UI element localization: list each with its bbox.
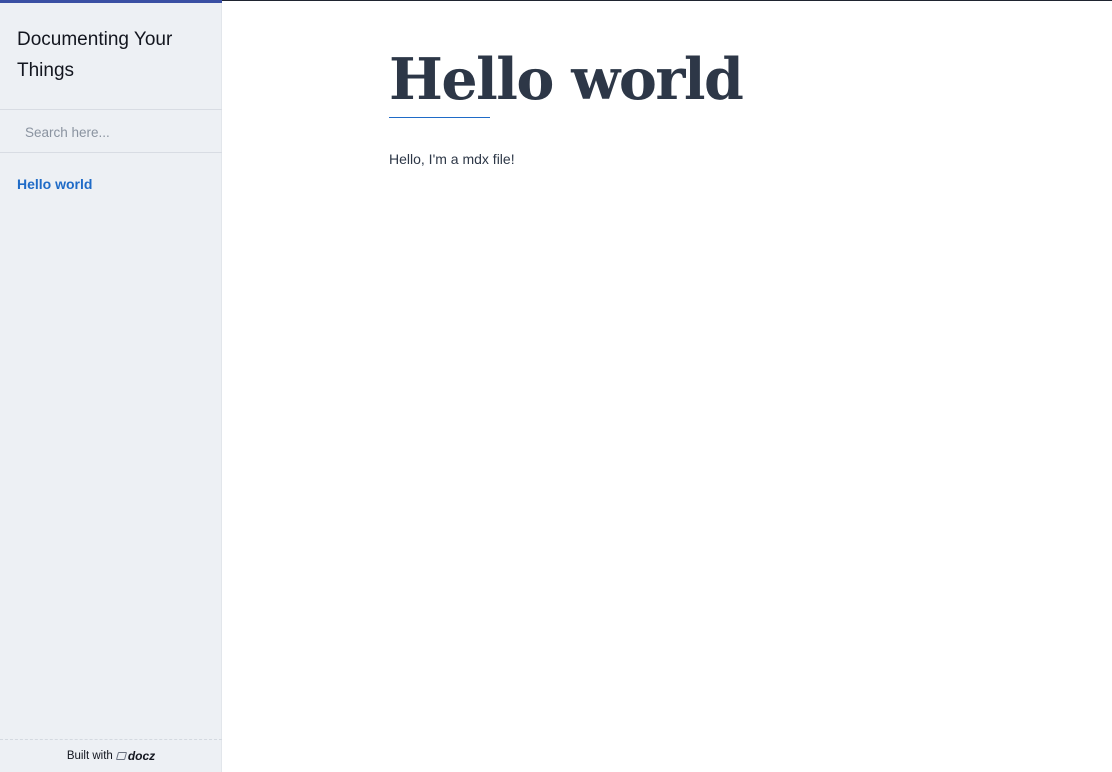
- docz-logo-icon: [115, 752, 127, 760]
- page-body-text: Hello, I'm a mdx file!: [389, 151, 515, 167]
- docz-logo-link[interactable]: docz: [115, 749, 156, 763]
- built-with-label: Built with: [66, 750, 113, 762]
- content-top-border: [222, 0, 1112, 1]
- search-input[interactable]: [25, 122, 205, 142]
- title-underline: [389, 117, 490, 118]
- page-title: Hello world: [389, 46, 744, 113]
- sidebar: Documenting Your Things Hello world Buil…: [0, 0, 222, 772]
- search-box: [0, 109, 222, 153]
- sidebar-footer: Built with docz: [0, 739, 222, 772]
- docz-brand-text: docz: [127, 749, 156, 763]
- sidebar-accent-bar: [0, 0, 222, 3]
- site-title[interactable]: Documenting Your Things: [17, 24, 207, 86]
- sidebar-nav: Hello world: [17, 175, 92, 193]
- sidebar-item-hello-world[interactable]: Hello world: [17, 175, 92, 193]
